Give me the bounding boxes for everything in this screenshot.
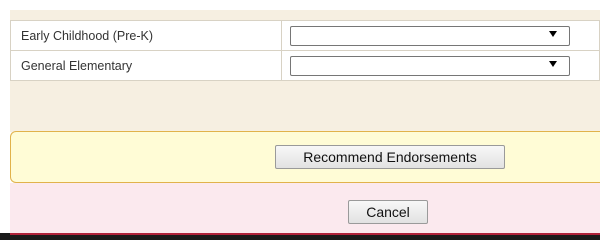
footer-strip (0, 233, 600, 240)
endorsements-table: Early Childhood (Pre-K) General Elementa… (10, 20, 600, 81)
recommend-endorsements-button[interactable]: Recommend Endorsements (275, 145, 505, 169)
table-row: Early Childhood (Pre-K) (10, 20, 600, 51)
endorsement-select[interactable] (290, 55, 570, 76)
endorsement-select-cell (281, 50, 600, 81)
cancel-button[interactable]: Cancel (348, 200, 428, 224)
endorsement-select-cell (281, 20, 600, 51)
chevron-down-icon (549, 60, 557, 67)
endorsement-label: Early Childhood (Pre-K) (10, 20, 282, 51)
cancel-action-bar: Cancel (10, 183, 600, 233)
chevron-down-icon (549, 30, 557, 37)
footer-accent-line (10, 233, 600, 235)
endorsement-label: General Elementary (10, 50, 282, 81)
recommend-action-bar: Recommend Endorsements (10, 131, 600, 183)
endorsements-panel: Early Childhood (Pre-K) General Elementa… (10, 10, 600, 132)
endorsement-select[interactable] (290, 25, 570, 46)
table-row: General Elementary (10, 50, 600, 81)
